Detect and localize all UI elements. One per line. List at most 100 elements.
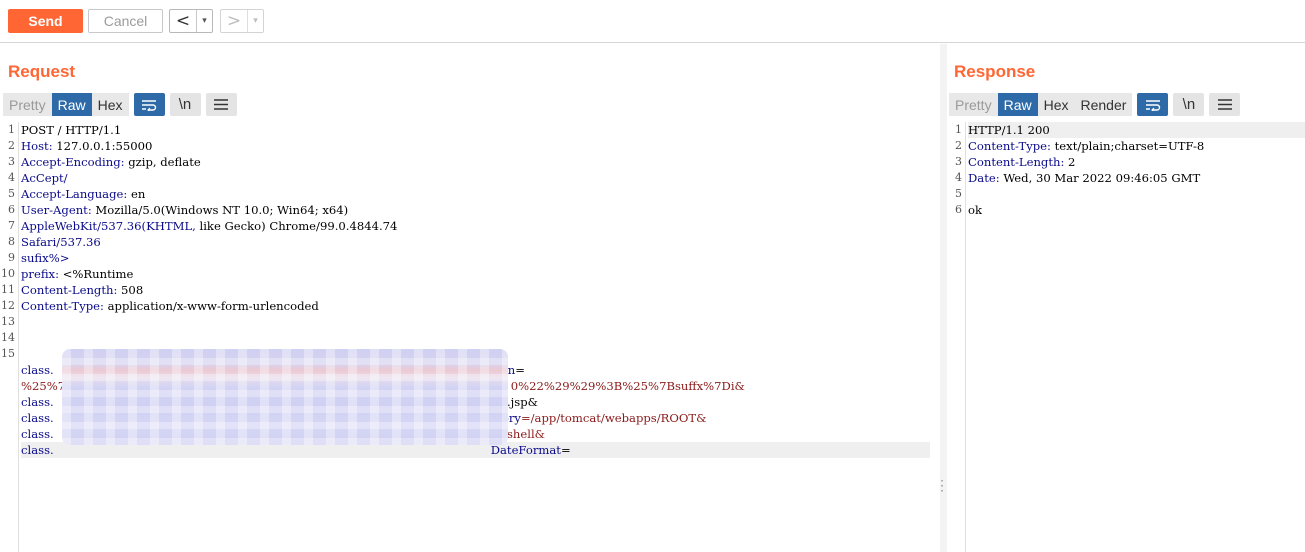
request-title: Request	[8, 62, 76, 81]
request-line	[21, 330, 930, 346]
response-line: HTTP/1.1 200	[968, 122, 1305, 138]
line-number: 7	[8, 219, 15, 232]
history-forward-group[interactable]: > ▾	[220, 9, 264, 33]
header-name: sufix%>	[21, 251, 70, 265]
wrap-lines-icon[interactable]	[133, 93, 165, 116]
line-number: 12	[1, 299, 15, 312]
tab-hex[interactable]: Hex	[1037, 93, 1075, 116]
send-button[interactable]: Send	[8, 9, 83, 33]
response-editor[interactable]: 1 2 3 4 5 6 HTTP/1.1 200 Content-Type: t…	[947, 122, 1305, 552]
splitter-grip-icon[interactable]: · · ·	[940, 475, 944, 497]
tab-render[interactable]: Render	[1074, 93, 1133, 116]
tab-raw[interactable]: Raw	[51, 93, 92, 116]
request-editor[interactable]: 1 2 3 4 5 6 7 8 9 10 11 12 13 14 15 POST…	[0, 122, 940, 552]
response-line	[968, 186, 1305, 202]
tab-raw[interactable]: Raw	[997, 93, 1038, 116]
request-line: Accept-Encoding: gzip, deflate	[21, 154, 930, 170]
header-value: 508	[117, 283, 144, 297]
header-value: 2	[1064, 155, 1076, 169]
header-value: en	[127, 187, 146, 201]
line-number: 5	[955, 187, 962, 200]
header-name: Content-Length:	[968, 155, 1065, 169]
line-number: 1	[955, 123, 962, 136]
request-line: Safari/537.36	[21, 234, 930, 250]
tab-hex[interactable]: Hex	[91, 93, 129, 116]
request-line: AppleWebKit/537.36(KHTML, like Gecko) Ch…	[21, 218, 930, 234]
menu-icon[interactable]	[1209, 93, 1241, 116]
header-value: text/plain;charset=UTF-8	[1050, 139, 1205, 153]
request-line: sufix%>	[21, 250, 930, 266]
header-name: Date:	[968, 171, 1000, 185]
request-line: User-Agent: Mozilla/5.0(Windows NT 10.0;…	[21, 202, 930, 218]
line-number: 1	[8, 123, 15, 136]
request-line: Content-Type: application/x-www-form-url…	[21, 298, 930, 314]
header-name: Accept-Encoding:	[21, 155, 125, 169]
top-toolbar: Send Cancel < ▾ > ▾	[0, 0, 1305, 43]
header-value: gzip, deflate	[124, 155, 201, 169]
response-view-tabs: Pretty Raw Hex Render \n	[949, 93, 1241, 116]
tab-pretty[interactable]: Pretty	[949, 93, 998, 116]
request-line: POST / HTTP/1.1	[21, 122, 930, 138]
header-name: Safari/537.36	[21, 235, 101, 249]
forward-dropdown-icon[interactable]: ▾	[247, 10, 263, 32]
request-line: AcCept/	[21, 170, 930, 186]
cancel-button[interactable]: Cancel	[88, 9, 163, 33]
newline-icon[interactable]: \n	[169, 93, 201, 116]
body-param-value: =	[515, 363, 525, 377]
line-number: 6	[8, 203, 15, 216]
wrap-lines-icon[interactable]	[1137, 93, 1169, 116]
response-line: Date: Wed, 30 Mar 2022 09:46:05 GMT	[968, 170, 1305, 186]
response-line: ok	[968, 202, 1305, 218]
line-number: 3	[8, 155, 15, 168]
request-pane: Request Pretty Raw Hex \n 1 2 3 4 5 6 7 …	[0, 44, 940, 552]
header-value: like Gecko) Chrome/99.0.4844.74	[195, 219, 398, 233]
header-name: Content-Length:	[21, 283, 118, 297]
body-param-start: class.	[21, 427, 54, 441]
chevron-left-icon[interactable]: <	[170, 10, 196, 32]
tab-pretty[interactable]: Pretty	[3, 93, 52, 116]
newline-icon[interactable]: \n	[1173, 93, 1205, 116]
body-param-value: =	[560, 443, 571, 457]
request-line: Content-Length: 508	[21, 282, 930, 298]
body-param-value: =/app/tomcat/webapps/ROOT&	[520, 411, 707, 425]
line-number: 3	[955, 155, 962, 168]
header-name: Host:	[21, 139, 53, 153]
header-value: Wed, 30 Mar 2022 09:46:05 GMT	[999, 171, 1201, 185]
line-number: 10	[1, 267, 15, 280]
body-param-start: class.	[21, 395, 54, 409]
request-line	[21, 314, 930, 330]
request-line: Host: 127.0.0.1:55000	[21, 138, 930, 154]
status-line: HTTP/1.1 200	[968, 123, 1050, 137]
history-back-group[interactable]: < ▾	[169, 9, 213, 33]
body-param-key: DateFormat	[490, 443, 561, 457]
header-name: AcCept/	[21, 171, 68, 185]
line-number: 8	[8, 235, 15, 248]
line-number: 11	[1, 283, 15, 296]
line-number-gutter: 1 2 3 4 5 6	[947, 122, 966, 552]
line-number: 2	[955, 139, 962, 152]
line-number: 6	[955, 203, 962, 216]
back-dropdown-icon[interactable]: ▾	[196, 10, 212, 32]
header-name: prefix:	[21, 267, 60, 281]
request-line: prefix: <%Runtime	[21, 266, 930, 282]
body-param-start: class.	[21, 411, 54, 425]
response-pane: Response Pretty Raw Hex Render \n 1 2 3 …	[947, 44, 1305, 552]
response-title: Response	[954, 62, 1036, 81]
header-value: Mozilla/5.0(Windows NT 10.0; Win64; x64)	[91, 203, 349, 217]
header-name: Content-Type:	[968, 139, 1051, 153]
line-number: 4	[955, 171, 962, 184]
response-line: Content-Type: text/plain;charset=UTF-8	[968, 138, 1305, 154]
request-line: Accept-Language: en	[21, 186, 930, 202]
line-number-gutter: 1 2 3 4 5 6 7 8 9 10 11 12 13 14 15	[0, 122, 19, 552]
response-body: ok	[968, 203, 983, 217]
header-name: AppleWebKit/537.36(KHTML,	[21, 219, 196, 233]
menu-icon[interactable]	[205, 93, 237, 116]
response-line: Content-Length: 2	[968, 154, 1305, 170]
response-code[interactable]: HTTP/1.1 200 Content-Type: text/plain;ch…	[968, 122, 1305, 218]
line-number: 15	[1, 347, 15, 360]
chevron-right-icon[interactable]: >	[221, 10, 247, 32]
header-name: Accept-Language:	[21, 187, 128, 201]
line-number: 4	[8, 171, 15, 184]
line-number: 13	[1, 315, 15, 328]
line-number: 14	[1, 331, 15, 344]
